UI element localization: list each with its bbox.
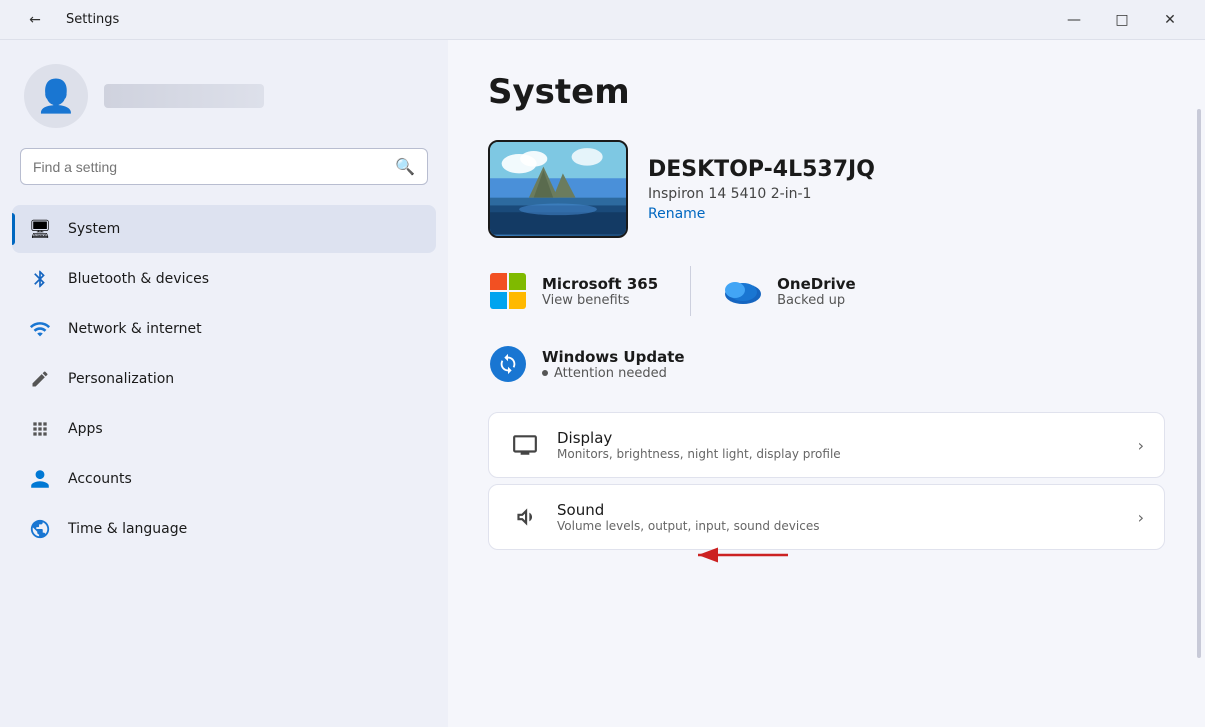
ms365-yellow xyxy=(509,292,526,309)
sidebar-item-bluetooth[interactable]: Bluetooth & devices xyxy=(12,255,436,303)
attention-dot xyxy=(542,370,548,376)
onedrive-title: OneDrive xyxy=(777,275,856,293)
windows-update-card[interactable]: Windows Update Attention needed xyxy=(488,344,1165,384)
sidebar-label-network: Network & internet xyxy=(68,321,202,337)
display-title: Display xyxy=(557,429,1122,447)
microsoft365-title: Microsoft 365 xyxy=(542,275,658,293)
onedrive-subtitle: Backed up xyxy=(777,293,856,308)
sound-row[interactable]: Sound Volume levels, output, input, soun… xyxy=(488,484,1165,550)
page-title: System xyxy=(488,72,1165,112)
maximize-icon: □ xyxy=(1115,12,1128,28)
device-name: DESKTOP-4L537JQ xyxy=(648,157,875,182)
microsoft365-card[interactable]: Microsoft 365 View benefits xyxy=(488,266,658,316)
nav-list: 🖥 System Bluetooth & devices Network & xyxy=(0,201,448,727)
sound-icon xyxy=(509,501,541,533)
apps-icon xyxy=(26,415,54,443)
minimize-button[interactable]: — xyxy=(1051,4,1097,36)
main-panel: System xyxy=(448,40,1205,727)
windows-update-icon xyxy=(488,344,528,384)
system-icon: 🖥 xyxy=(26,215,54,243)
scrollbar[interactable] xyxy=(1197,109,1201,659)
rename-link[interactable]: Rename xyxy=(648,206,875,222)
card-separator xyxy=(690,266,691,316)
sound-title: Sound xyxy=(557,501,1122,519)
app-body: 👤 🔍 🖥 System Bluetoo xyxy=(0,40,1205,727)
sidebar-label-accounts: Accounts xyxy=(68,471,132,487)
titlebar: ← Settings — □ ✕ xyxy=(0,0,1205,40)
sidebar-label-system: System xyxy=(68,221,120,237)
search-box: 🔍 xyxy=(20,148,428,185)
search-container: 🔍 xyxy=(0,148,448,201)
onedrive-icon xyxy=(723,271,763,311)
close-icon: ✕ xyxy=(1164,12,1176,28)
app-title: Settings xyxy=(66,12,119,27)
sidebar-item-personalization[interactable]: Personalization xyxy=(12,355,436,403)
microsoft365-text: Microsoft 365 View benefits xyxy=(542,275,658,308)
device-info: DESKTOP-4L537JQ Inspiron 14 5410 2-in-1 … xyxy=(648,157,875,222)
sync-circle xyxy=(490,346,526,382)
sidebar-item-time[interactable]: Time & language xyxy=(12,505,436,553)
user-icon: 👤 xyxy=(36,77,76,115)
sidebar-label-personalization: Personalization xyxy=(68,371,174,387)
windows-update-status: Attention needed xyxy=(554,366,667,381)
window-controls: — □ ✕ xyxy=(1051,4,1193,36)
minimize-icon: — xyxy=(1067,12,1081,28)
back-button[interactable]: ← xyxy=(12,4,58,36)
display-subtitle: Monitors, brightness, night light, displ… xyxy=(557,447,1122,461)
sidebar-item-accounts[interactable]: Accounts xyxy=(12,455,436,503)
onedrive-card[interactable]: OneDrive Backed up xyxy=(723,266,856,316)
sidebar-item-apps[interactable]: Apps xyxy=(12,405,436,453)
sound-subtitle: Volume levels, output, input, sound devi… xyxy=(557,519,1122,533)
device-thumbnail xyxy=(488,140,628,238)
ms365-grid xyxy=(490,273,526,309)
search-icon[interactable]: 🔍 xyxy=(395,157,415,176)
back-icon: ← xyxy=(29,12,41,28)
device-card: DESKTOP-4L537JQ Inspiron 14 5410 2-in-1 … xyxy=(488,140,1165,238)
personalization-icon xyxy=(26,365,54,393)
info-row: Microsoft 365 View benefits OneDrive Bac… xyxy=(488,266,1165,316)
time-icon xyxy=(26,515,54,543)
settings-list: Display Monitors, brightness, night ligh… xyxy=(488,412,1165,550)
windows-update-text: Windows Update Attention needed xyxy=(542,348,685,381)
username-placeholder xyxy=(104,84,264,108)
display-chevron: › xyxy=(1138,436,1144,455)
display-text: Display Monitors, brightness, night ligh… xyxy=(557,429,1122,461)
windows-update-title: Windows Update xyxy=(542,348,685,366)
bluetooth-icon xyxy=(26,265,54,293)
sidebar-label-time: Time & language xyxy=(68,521,187,537)
windows-update-subtitle: Attention needed xyxy=(542,366,685,381)
search-input[interactable] xyxy=(33,159,387,175)
avatar[interactable]: 👤 xyxy=(24,64,88,128)
ms365-red xyxy=(490,273,507,290)
sidebar-label-bluetooth: Bluetooth & devices xyxy=(68,271,209,287)
sound-chevron: › xyxy=(1138,508,1144,527)
accounts-icon xyxy=(26,465,54,493)
microsoft365-subtitle: View benefits xyxy=(542,293,658,308)
device-model: Inspiron 14 5410 2-in-1 xyxy=(648,186,875,202)
sound-text: Sound Volume levels, output, input, soun… xyxy=(557,501,1122,533)
onedrive-text: OneDrive Backed up xyxy=(777,275,856,308)
ms365-green xyxy=(509,273,526,290)
network-icon xyxy=(26,315,54,343)
maximize-button[interactable]: □ xyxy=(1099,4,1145,36)
sidebar-item-system[interactable]: 🖥 System xyxy=(12,205,436,253)
close-button[interactable]: ✕ xyxy=(1147,4,1193,36)
sidebar-label-apps: Apps xyxy=(68,421,103,437)
sidebar-item-network[interactable]: Network & internet xyxy=(12,305,436,353)
ms365-blue xyxy=(490,292,507,309)
microsoft365-icon xyxy=(488,271,528,311)
profile-section: 👤 xyxy=(0,40,448,148)
display-icon xyxy=(509,429,541,461)
display-row[interactable]: Display Monitors, brightness, night ligh… xyxy=(488,412,1165,478)
sidebar: 👤 🔍 🖥 System Bluetoo xyxy=(0,40,448,727)
